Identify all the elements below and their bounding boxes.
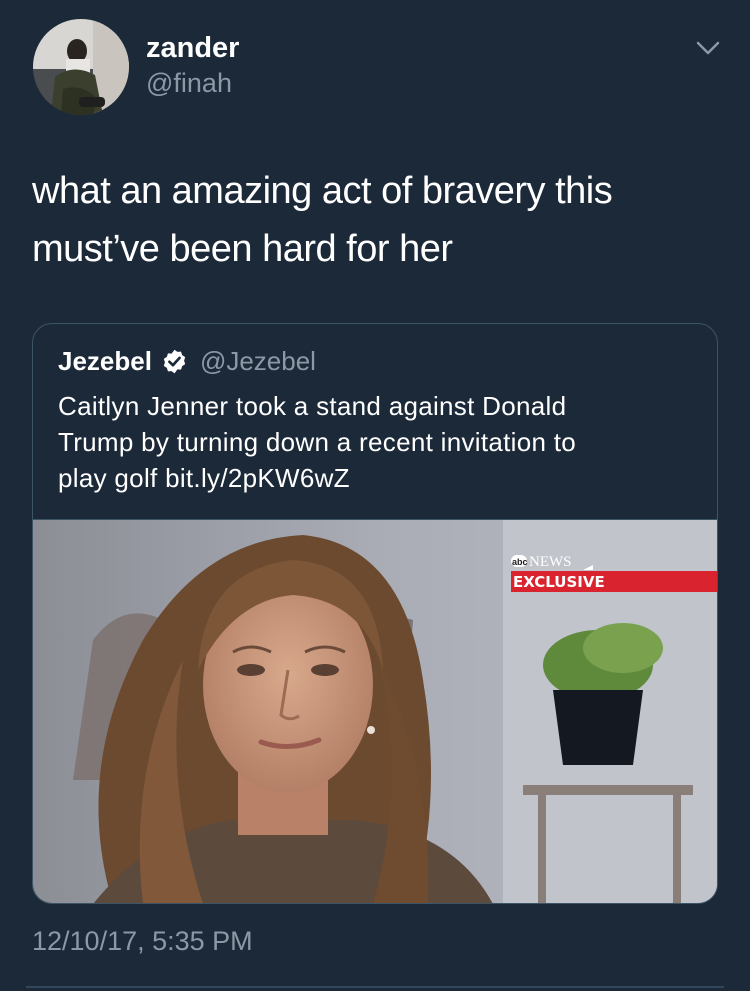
avatar[interactable] — [33, 19, 129, 115]
tweet-text-line: what an amazing act of bravery this — [32, 170, 613, 212]
quoted-text-line: play golf bit.ly/2pKW6wZ — [58, 463, 350, 493]
quoted-display-name: Jezebel — [58, 345, 152, 376]
avatar-photo — [33, 19, 129, 115]
tweet-text-line: must’ve been hard for her — [32, 228, 453, 270]
abc-logo-prefix: abc — [512, 557, 528, 567]
chevron-down-icon[interactable] — [692, 36, 724, 60]
quoted-tweet-text: Caitlyn Jenner took a stand against Dona… — [58, 388, 688, 496]
tweet-text: what an amazing act of bravery this must… — [32, 162, 722, 278]
quoted-tweet-card[interactable]: Jezebel @Jezebel Caitlyn Jenner took a s… — [32, 323, 718, 904]
display-name[interactable]: zander — [146, 32, 239, 65]
quoted-text-line: Caitlyn Jenner took a stand against Dona… — [58, 391, 567, 421]
exclusive-banner-text: EXCLUSIVE — [513, 573, 605, 591]
quoted-text-line: Trump by turning down a recent invitatio… — [58, 427, 577, 457]
quoted-tweet-image[interactable]: abc NEWS EXCLUSIVE — [33, 519, 717, 903]
divider — [26, 986, 724, 988]
news-photo: abc NEWS EXCLUSIVE — [33, 520, 717, 903]
tweet-timestamp: 12/10/17, 5:35 PM — [32, 926, 253, 956]
user-handle[interactable]: @finah — [146, 68, 232, 99]
abc-news-logo-text: NEWS — [529, 554, 572, 570]
quoted-user-handle: @Jezebel — [199, 345, 316, 376]
quoted-tweet-header: Jezebel @Jezebel — [58, 344, 316, 378]
verified-badge-icon — [163, 349, 186, 373]
